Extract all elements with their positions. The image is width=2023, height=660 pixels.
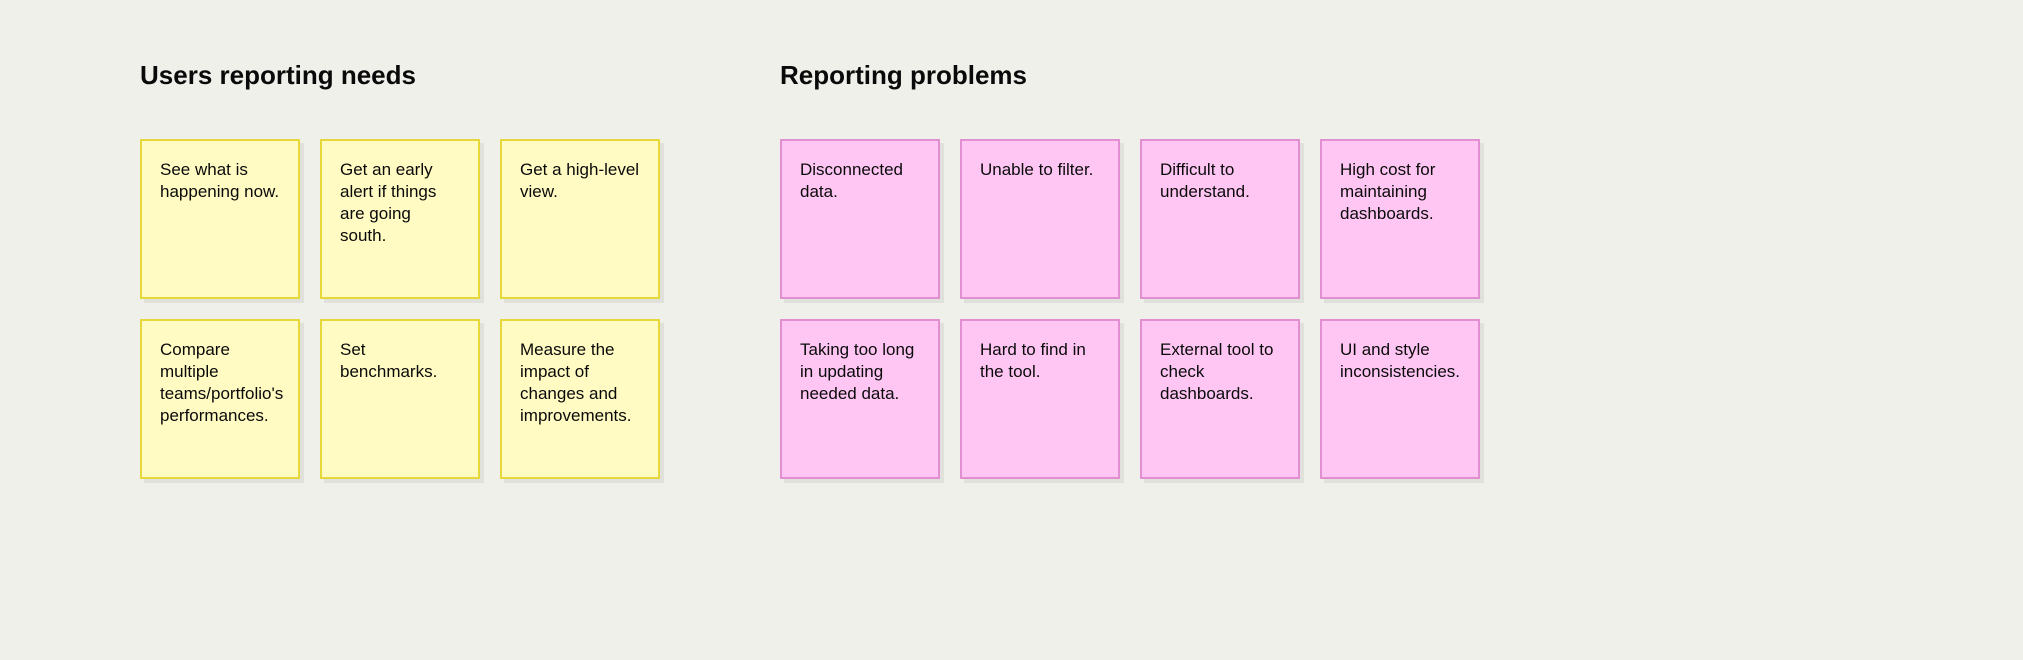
sticky-note-text: Taking too long in updating needed data. xyxy=(800,340,914,403)
sticky-note[interactable]: External tool to check dashboards. xyxy=(1140,319,1300,479)
sticky-note-text: Disconnected data. xyxy=(800,160,903,201)
sticky-note-text: See what is happening now. xyxy=(160,160,279,201)
sticky-note-text: Hard to find in the tool. xyxy=(980,340,1086,381)
sticky-note-text: High cost for maintaining dashboards. xyxy=(1340,160,1435,223)
sticky-note[interactable]: High cost for maintaining dashboards. xyxy=(1320,139,1480,299)
sticky-note[interactable]: Disconnected data. xyxy=(780,139,940,299)
column-users-reporting-needs: Users reporting needs See what is happen… xyxy=(140,60,660,479)
column-title: Users reporting needs xyxy=(140,60,660,91)
sticky-note[interactable]: Hard to find in the tool. xyxy=(960,319,1120,479)
sticky-note-text: Get a high-level view. xyxy=(520,160,639,201)
sticky-note-text: Difficult to understand. xyxy=(1160,160,1250,201)
sticky-note-board: Users reporting needs See what is happen… xyxy=(140,60,1883,479)
column-title: Reporting problems xyxy=(780,60,1480,91)
sticky-note[interactable]: Get a high-level view. xyxy=(500,139,660,299)
sticky-note[interactable]: Get an early alert if things are going s… xyxy=(320,139,480,299)
sticky-note-text: Set benchmarks. xyxy=(340,340,437,381)
sticky-note[interactable]: Compare multiple teams/portfolio's perfo… xyxy=(140,319,300,479)
card-grid: Disconnected data. Unable to filter. Dif… xyxy=(780,139,1480,479)
sticky-note-text: External tool to check dashboards. xyxy=(1160,340,1273,403)
card-grid: See what is happening now. Get an early … xyxy=(140,139,660,479)
sticky-note[interactable]: Taking too long in updating needed data. xyxy=(780,319,940,479)
sticky-note[interactable]: Set benchmarks. xyxy=(320,319,480,479)
sticky-note[interactable]: Measure the impact of changes and improv… xyxy=(500,319,660,479)
sticky-note-text: Get an early alert if things are going s… xyxy=(340,160,436,245)
sticky-note-text: Compare multiple teams/portfolio's perfo… xyxy=(160,340,283,425)
sticky-note[interactable]: UI and style inconsistencies. xyxy=(1320,319,1480,479)
sticky-note-text: UI and style inconsistencies. xyxy=(1340,340,1460,381)
sticky-note[interactable]: See what is happening now. xyxy=(140,139,300,299)
sticky-note-text: Measure the impact of changes and improv… xyxy=(520,340,631,425)
sticky-note[interactable]: Unable to filter. xyxy=(960,139,1120,299)
column-reporting-problems: Reporting problems Disconnected data. Un… xyxy=(780,60,1480,479)
sticky-note-text: Unable to filter. xyxy=(980,160,1093,179)
sticky-note[interactable]: Difficult to understand. xyxy=(1140,139,1300,299)
